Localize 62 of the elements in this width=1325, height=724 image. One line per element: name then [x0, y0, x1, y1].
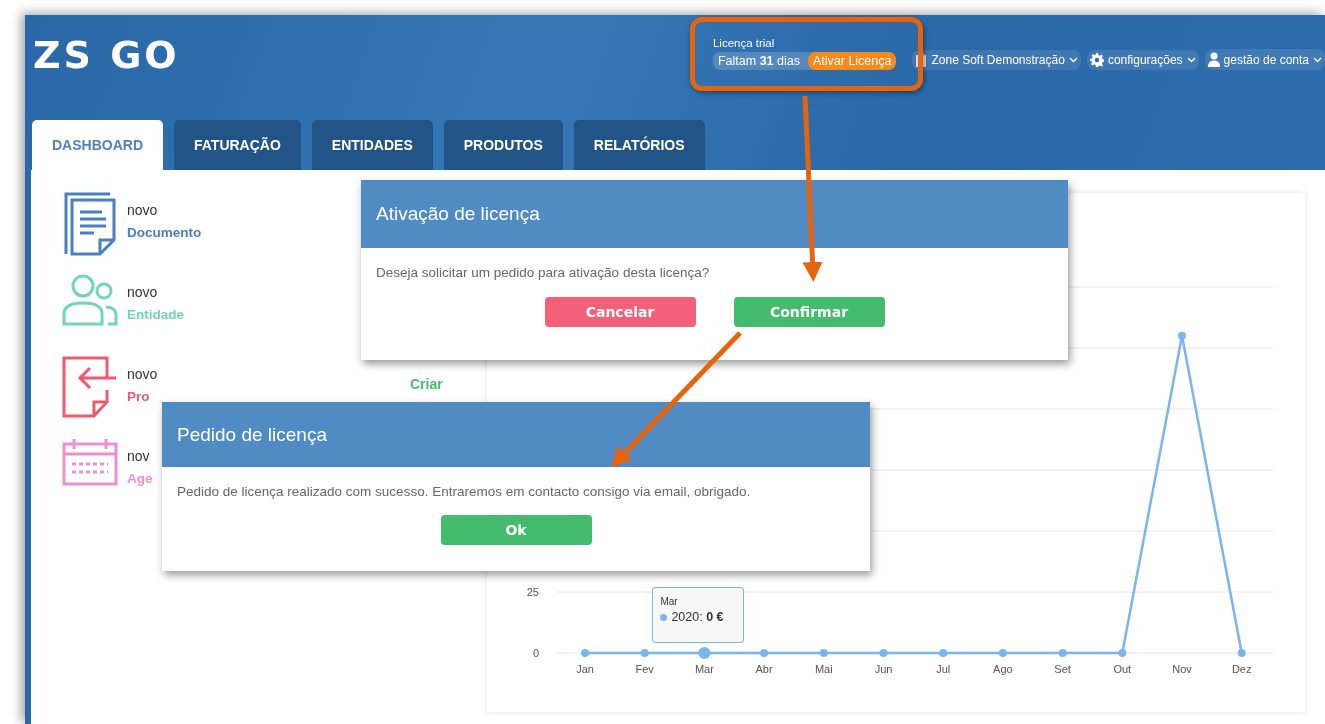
y-tick-label: 0	[532, 647, 539, 659]
data-point[interactable]	[819, 649, 828, 657]
shortcut-action: novo	[127, 202, 159, 218]
nav-tab[interactable]: FATURAÇÃO	[174, 120, 301, 170]
nav-tab[interactable]: DASHBOARD	[32, 120, 163, 170]
header-menu-button[interactable]: configurações	[1086, 50, 1199, 70]
confirm-button[interactable]: Confirmar	[733, 297, 885, 327]
nav-tab[interactable]: PRODUTOS	[443, 120, 563, 170]
data-point[interactable]	[998, 649, 1007, 657]
shortcut-link[interactable]: Documento	[127, 225, 202, 240]
user-icon	[1207, 52, 1220, 67]
data-point[interactable]	[1237, 649, 1246, 657]
data-point[interactable]	[1178, 331, 1186, 340]
x-tick-label: Nov	[1172, 663, 1192, 675]
x-tick-label: Out	[1113, 663, 1132, 675]
nav-tab[interactable]: RELATÓRIOS	[573, 120, 705, 170]
y-tick-label: 25	[526, 586, 539, 598]
dialog-message: Pedido de licença realizado com sucesso. Entraremos em contacto consigo via email, obrigado.	[177, 484, 752, 499]
dialog-title: Pedido de licença	[177, 423, 327, 446]
data-point[interactable]	[698, 647, 711, 659]
settings-icon	[1089, 53, 1104, 67]
x-tick-label: Mai	[814, 663, 833, 675]
data-point[interactable]	[640, 649, 649, 657]
header-menu-button[interactable]: Zone Soft Demonstração	[912, 50, 1081, 70]
activate-license-button[interactable]: Ativar Licença	[807, 52, 897, 70]
x-tick-label: Mar	[694, 663, 714, 675]
x-tick-label: Abr	[755, 663, 773, 675]
nav-tab[interactable]: ENTIDADES	[311, 120, 433, 170]
x-tick-label: Dez	[1231, 663, 1252, 675]
dialog-title: Ativação de licença	[376, 203, 540, 225]
shortcut-action: novo	[127, 366, 158, 382]
data-point[interactable]	[879, 649, 888, 657]
series-dot	[660, 613, 668, 621]
shortcut-action: novo	[127, 284, 159, 300]
data-point[interactable]	[939, 649, 948, 657]
data-point[interactable]	[581, 649, 589, 657]
confirm-button[interactable]: Ok	[440, 515, 592, 545]
data-point[interactable]	[1058, 649, 1067, 657]
license-label: Licença trial	[712, 37, 776, 49]
x-tick-label: Jul	[936, 663, 951, 675]
tooltip-value: 2020: 0 €	[671, 610, 724, 624]
clipboard-icon	[915, 53, 928, 67]
logo: ZS GO	[33, 33, 180, 77]
dialog-message: Deseja solicitar um pedido para ativação desta licença?	[376, 265, 711, 280]
shortcut-link[interactable]: Age	[127, 471, 153, 486]
x-tick-label: Fev	[635, 663, 654, 675]
chevron-down-icon	[1068, 57, 1078, 63]
x-tick-label: Jan	[576, 663, 594, 675]
x-tick-label: Set	[1054, 663, 1071, 675]
days-remaining: Faltam 31 dias	[717, 54, 800, 68]
chevron-down-icon	[1313, 56, 1322, 63]
x-tick-label: Ago	[993, 663, 1013, 675]
shortcut-action: nov	[127, 448, 151, 464]
tooltip-title: Mar	[660, 596, 679, 607]
data-point[interactable]	[760, 649, 769, 657]
shortcut-link[interactable]: Pro	[127, 389, 158, 404]
cancel-button[interactable]: Cancelar	[544, 297, 696, 327]
header-menu-button[interactable]: gestão de conta	[1204, 49, 1325, 70]
chevron-down-icon	[1186, 57, 1196, 63]
x-tick-label: Jun	[874, 663, 893, 675]
create-link[interactable]: Criar	[410, 376, 443, 392]
data-point[interactable]	[1118, 649, 1127, 657]
